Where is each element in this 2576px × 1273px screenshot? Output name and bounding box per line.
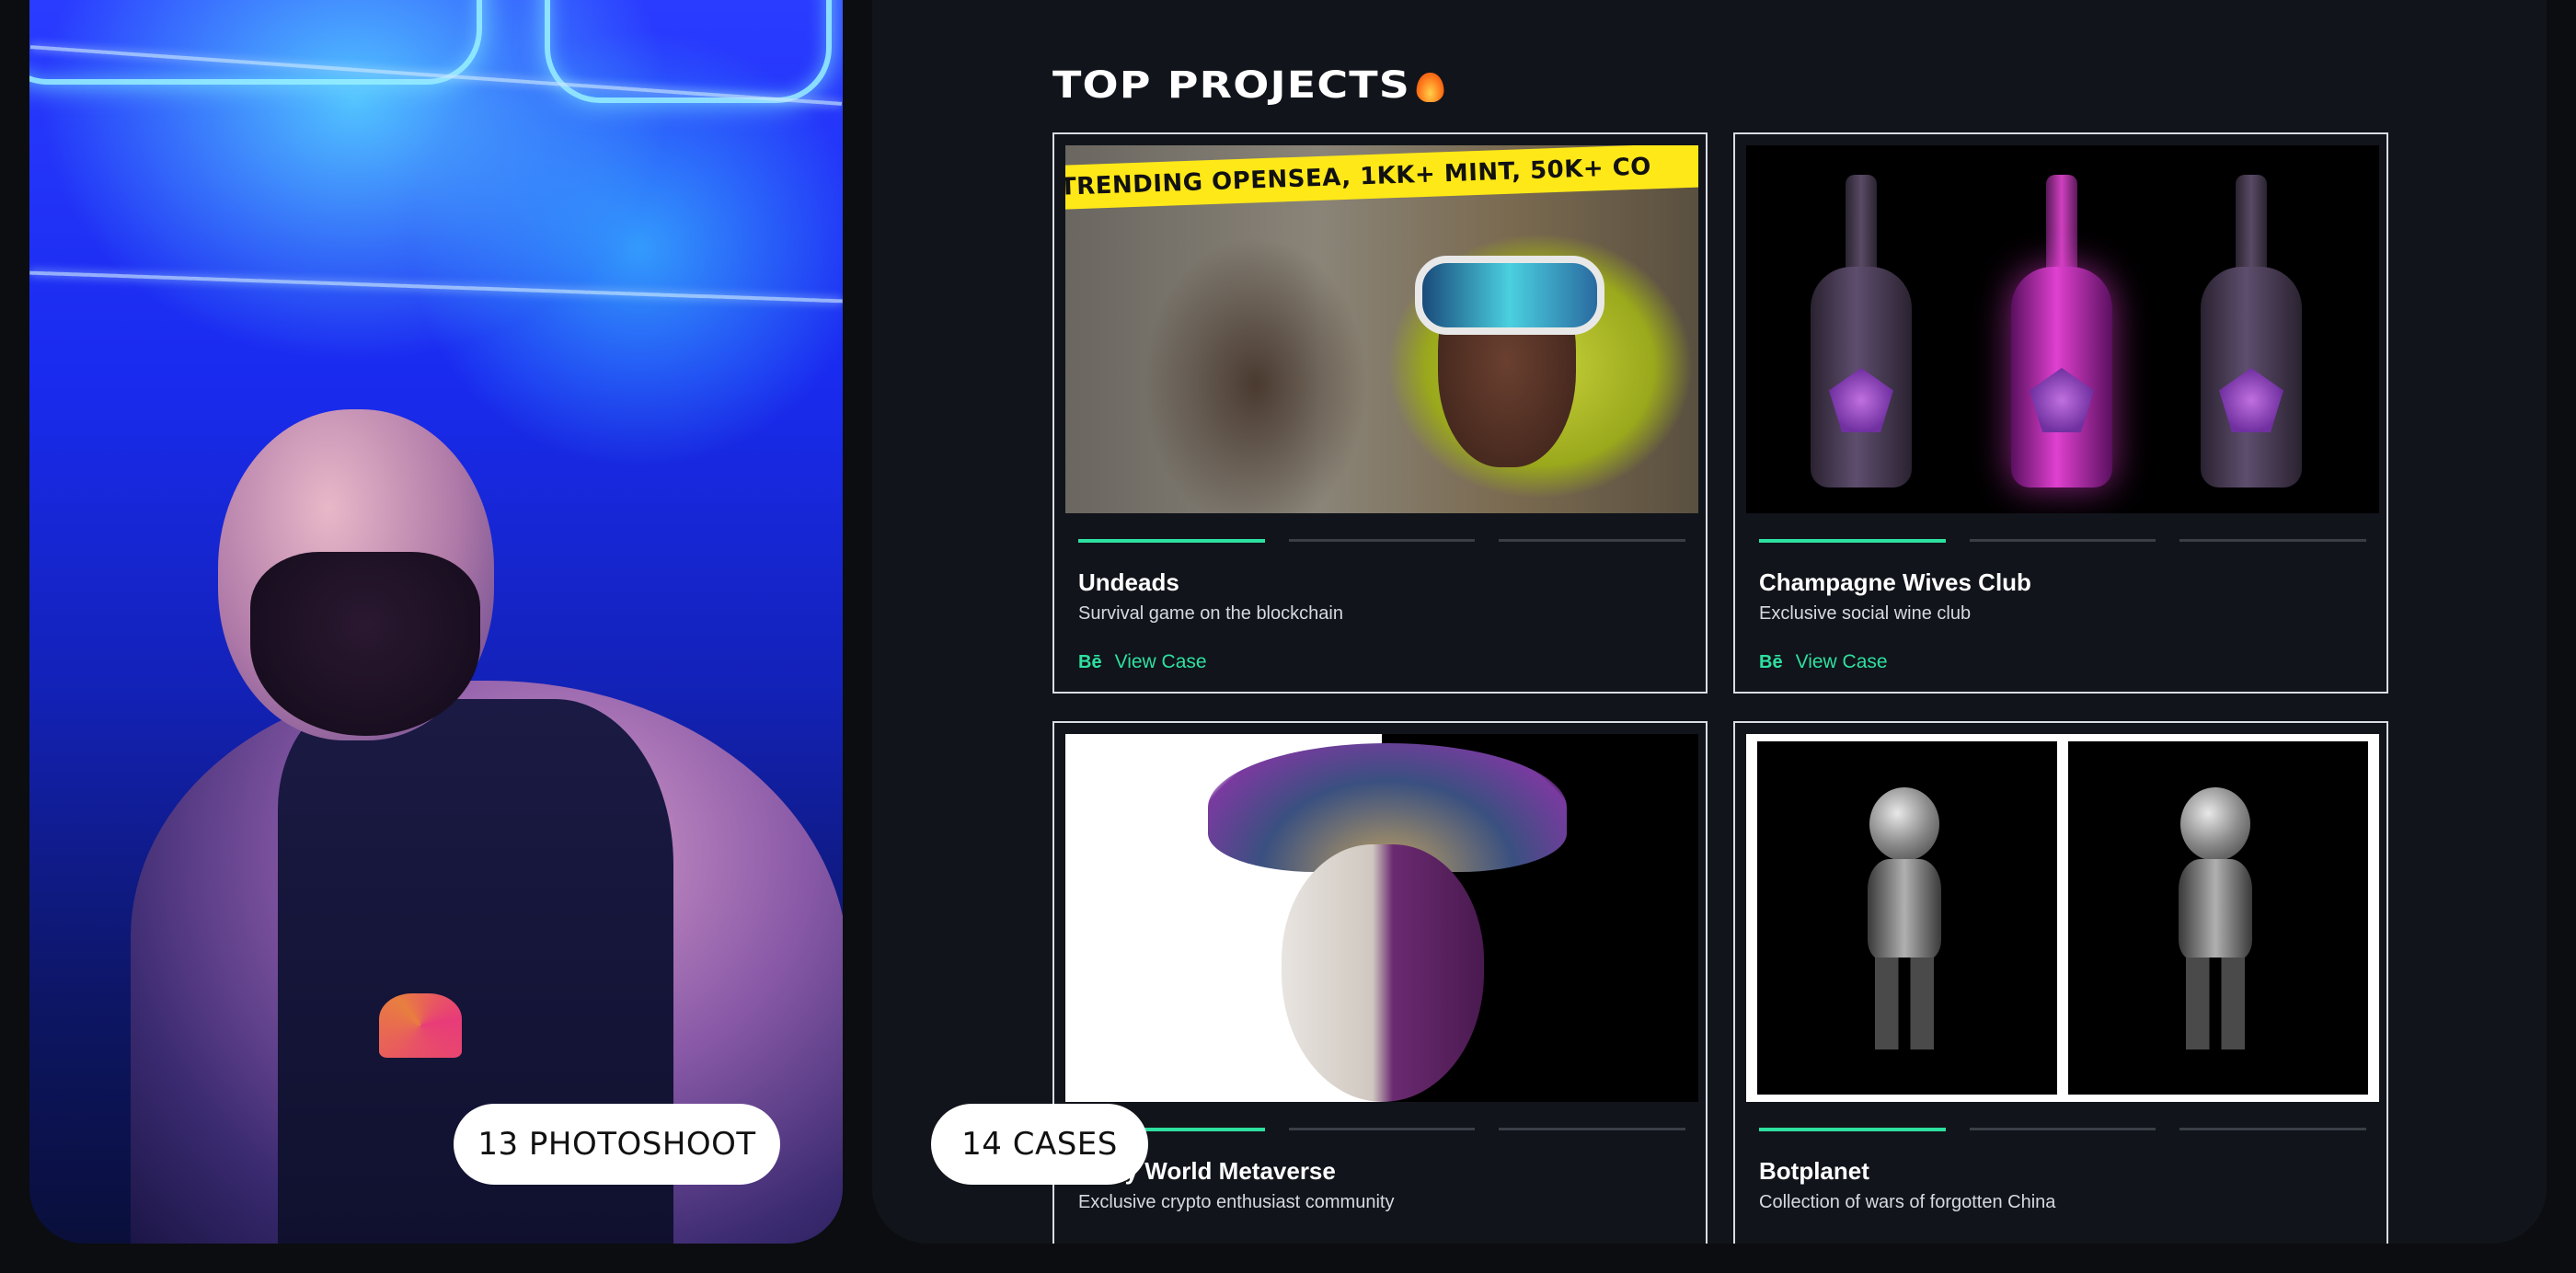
carousel-progress [1759, 1128, 2367, 1131]
carousel-progress [1759, 539, 2367, 543]
projects-panel: TOP PROJECTS TRENDING OPENSEA, 1KK+ MINT… [872, 0, 2547, 1244]
project-card-botplanet[interactable]: Botplanet Collection of wars of forgotte… [1733, 721, 2388, 1244]
fire-icon [1416, 73, 1444, 102]
project-image-botplanet [1746, 734, 2379, 1102]
character-goggles [1415, 256, 1604, 335]
progress-segment[interactable] [1499, 1128, 1686, 1130]
project-title: Undeads [1078, 568, 1179, 596]
section-title: TOP PROJECTS [1052, 64, 1444, 107]
robot-figure [2160, 787, 2271, 1054]
project-subtitle: Exclusive crypto enthusiast community [1078, 1192, 1395, 1212]
carousel-progress [1078, 1128, 1686, 1131]
photoshoot-image [29, 0, 843, 1244]
photoshoot-count-badge[interactable]: 13 PHOTOSHOOT [454, 1104, 780, 1185]
project-card-champagne-wives-club[interactable]: Champagne Wives Club Exclusive social wi… [1733, 132, 2388, 694]
project-image-undeads: TRENDING OPENSEA, 1KK+ MINT, 50K+ CO [1065, 145, 1698, 513]
project-card-undeads[interactable]: TRENDING OPENSEA, 1KK+ MINT, 50K+ CO Und… [1052, 132, 1708, 694]
progress-segment[interactable] [1969, 1128, 2156, 1130]
champagne-bottle [2011, 175, 2112, 487]
robot-panel [2068, 741, 2368, 1095]
progress-segment[interactable] [1288, 1128, 1476, 1130]
view-case-label: View Case [1114, 651, 1207, 672]
project-title: Botplanet [1759, 1157, 1869, 1185]
progress-segment[interactable] [1969, 539, 2156, 542]
champagne-bottle [2201, 175, 2302, 487]
carousel-progress [1078, 539, 1686, 543]
progress-segment[interactable] [1288, 539, 1476, 542]
progress-segment[interactable] [2179, 1128, 2367, 1130]
project-subtitle: Exclusive social wine club [1759, 603, 1972, 624]
cases-count-badge[interactable]: 14 CASES [931, 1104, 1148, 1185]
project-image-mask [1065, 734, 1698, 1102]
light-beam-decoration [29, 270, 843, 304]
person-beard [250, 552, 480, 736]
progress-segment[interactable] [2179, 539, 2367, 542]
view-case-link[interactable]: Bē View Case [1759, 651, 1888, 673]
champagne-bottle [1811, 175, 1912, 487]
project-subtitle: Collection of wars of forgotten China [1759, 1192, 2056, 1212]
project-card-party-world-metaverse[interactable]: Party World Metaverse Exclusive crypto e… [1052, 721, 1708, 1244]
progress-segment[interactable] [1499, 539, 1686, 542]
robot-panel [1757, 741, 2057, 1095]
section-title-text: TOP PROJECTS [1052, 64, 1411, 107]
behance-icon: Bē [1078, 651, 1102, 672]
view-case-label: View Case [1795, 651, 1888, 672]
project-image-champagne [1746, 145, 2379, 513]
progress-segment[interactable] [1759, 1128, 1946, 1131]
venetian-mask [1282, 844, 1484, 1102]
progress-segment[interactable] [1078, 539, 1265, 543]
robot-figure [1849, 787, 1960, 1054]
project-subtitle: Survival game on the blockchain [1078, 603, 1343, 624]
shirt-logo [379, 993, 462, 1058]
progress-segment[interactable] [1759, 539, 1946, 543]
view-case-link[interactable]: Bē View Case [1078, 651, 1207, 673]
behance-icon: Bē [1759, 651, 1783, 672]
project-title: Champagne Wives Club [1759, 568, 2031, 596]
